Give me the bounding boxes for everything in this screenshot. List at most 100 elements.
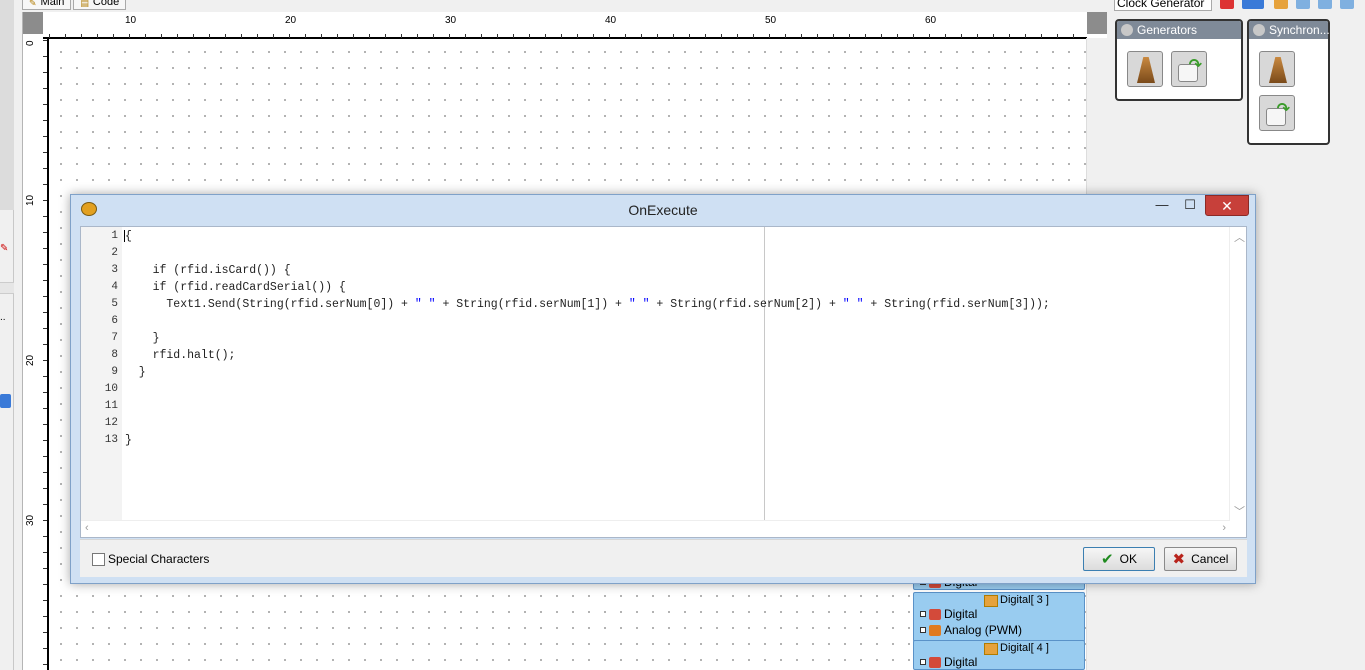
ruler-tick xyxy=(43,136,47,137)
expand-view-icon[interactable] xyxy=(1340,0,1354,9)
ruler-tick xyxy=(385,34,386,38)
ruler-endcap xyxy=(1087,12,1107,34)
ruler-tick xyxy=(961,34,962,38)
tab-code[interactable]: ▤ Code xyxy=(73,0,127,10)
generator-group-icon xyxy=(1121,24,1133,36)
ruler-tick xyxy=(369,34,370,38)
code-editor[interactable]: 1 2 3 4 5 6 7 8 9 10 11 12 13 { if (rfid.isCard()) {… xyxy=(80,226,1247,538)
ruler-tick xyxy=(177,34,178,38)
component-view-icon[interactable] xyxy=(1242,0,1264,9)
ruler-tick xyxy=(43,296,47,297)
ruler-tick xyxy=(209,34,210,38)
folder-icon[interactable] xyxy=(1274,0,1288,9)
code-line: rfid.halt(); xyxy=(125,349,236,362)
line-number-gutter: 1 2 3 4 5 6 7 8 9 10 11 12 13 xyxy=(81,227,122,521)
close-button[interactable]: ✕ xyxy=(1205,195,1249,216)
ruler-tick xyxy=(43,536,47,537)
ruler-tick xyxy=(43,40,47,41)
scroll-down-icon[interactable]: ﹀ xyxy=(1234,503,1245,519)
ruler-baseline xyxy=(43,37,1087,39)
random-generator-button[interactable]: ↷ xyxy=(1171,51,1207,87)
ok-button[interactable]: ✔ OK xyxy=(1083,547,1155,571)
cancel-button[interactable]: ✖ Cancel xyxy=(1164,547,1237,571)
special-characters-checkbox[interactable] xyxy=(92,553,105,566)
ruler-tick xyxy=(1041,34,1042,38)
palette-group-generators: Generators ↷ xyxy=(1115,19,1243,101)
code-line: { xyxy=(125,230,132,243)
code-line: if (rfid.readCardSerial()) { xyxy=(125,281,346,294)
ruler-tick xyxy=(513,34,514,38)
ruler-tick xyxy=(577,34,578,38)
dialog-titlebar[interactable]: OnExecute — ☐ ✕ xyxy=(71,195,1255,225)
ok-label: OK xyxy=(1119,552,1137,566)
tab-main[interactable]: ✎ Main xyxy=(22,0,72,10)
ruler-tick xyxy=(609,34,610,38)
ruler-tick xyxy=(43,184,47,185)
ruler-tick xyxy=(43,152,47,153)
ruler-tick xyxy=(43,328,47,329)
palette-search-input[interactable]: Clock Generator xyxy=(1114,0,1212,11)
line-number: 7 xyxy=(111,332,118,344)
ruler-tick xyxy=(593,34,594,38)
component-row-label: Digital xyxy=(944,655,978,669)
ruler-tick xyxy=(43,504,47,505)
ruler-tick xyxy=(43,376,47,377)
left-strip-divider xyxy=(0,282,14,294)
component-digital-3[interactable]: Digital[ 3 ] Digital Analog (PWM) xyxy=(913,592,1085,642)
ruler-tick xyxy=(43,616,47,617)
sync-group-icon xyxy=(1253,24,1265,36)
ruler-tick xyxy=(977,34,978,38)
onexecute-dialog: OnExecute — ☐ ✕ 1 2 3 4 5 6 7 8 9 10 11 12 13 { if (… xyxy=(70,194,1256,584)
line-number: 2 xyxy=(111,247,118,259)
grid-view-icon[interactable] xyxy=(1296,0,1310,9)
component-chip-icon[interactable] xyxy=(0,394,11,408)
ruler-tick xyxy=(417,34,418,38)
ruler-tick xyxy=(769,34,770,38)
ruler-tick xyxy=(1073,34,1074,38)
pin-connector[interactable] xyxy=(920,659,926,665)
left-ruler: 0 10 20 30 xyxy=(23,38,49,670)
code-line: if (rfid.isCard()) { xyxy=(125,264,291,277)
ruler-label: 10 xyxy=(125,15,137,26)
ruler-tick xyxy=(433,34,434,38)
ruler-tick xyxy=(897,34,898,38)
pin-connector[interactable] xyxy=(920,627,926,633)
ruler-tick xyxy=(881,34,882,38)
ruler-tick xyxy=(225,34,226,38)
ruler-tick xyxy=(305,34,306,38)
code-area[interactable]: { if (rfid.isCard()) { if (rfid.readCard… xyxy=(125,227,1228,521)
scroll-right-icon[interactable]: › xyxy=(1222,522,1226,534)
ruler-tick xyxy=(129,34,130,38)
group-header[interactable]: Synchron... xyxy=(1249,21,1330,39)
line-number: 11 xyxy=(104,400,118,412)
maximize-button[interactable]: ☐ xyxy=(1177,197,1203,215)
clear-filter-icon[interactable] xyxy=(1220,0,1234,9)
editor-vertical-scrollbar[interactable]: ︿ ﹀ xyxy=(1229,227,1246,521)
ruler-tick xyxy=(561,34,562,38)
tool-icon[interactable]: ✎ xyxy=(0,243,12,254)
ruler-tick xyxy=(43,72,47,73)
ruler-tick xyxy=(353,34,354,38)
component-digital-4[interactable]: Digital[ 4 ] Digital xyxy=(913,640,1085,670)
minimize-button[interactable]: — xyxy=(1149,197,1175,215)
scroll-left-icon[interactable]: ‹ xyxy=(85,522,89,534)
clock-sync-button[interactable] xyxy=(1259,51,1295,87)
clock-generator-button[interactable] xyxy=(1127,51,1163,87)
tab-main-label: Main xyxy=(40,0,65,8)
editor-horizontal-scrollbar[interactable]: ‹ › xyxy=(81,520,1230,537)
component-title: Digital[ 3 ] xyxy=(1000,594,1049,606)
line-number: 4 xyxy=(111,281,118,293)
code-icon: ▤ xyxy=(80,0,89,8)
ruler-tick xyxy=(721,34,722,38)
list-view-icon[interactable] xyxy=(1318,0,1332,9)
group-header[interactable]: Generators xyxy=(1117,21,1241,39)
ruler-tick xyxy=(43,200,47,201)
ruler-tick xyxy=(43,264,47,265)
pin-connector[interactable] xyxy=(920,611,926,617)
ruler-tick xyxy=(673,34,674,38)
random-sync-button[interactable]: ↷ xyxy=(1259,95,1295,131)
ruler-label: 50 xyxy=(765,15,777,26)
scroll-up-icon[interactable]: ︿ xyxy=(1234,229,1245,245)
ruler-tick xyxy=(657,34,658,38)
ruler-tick xyxy=(465,34,466,38)
